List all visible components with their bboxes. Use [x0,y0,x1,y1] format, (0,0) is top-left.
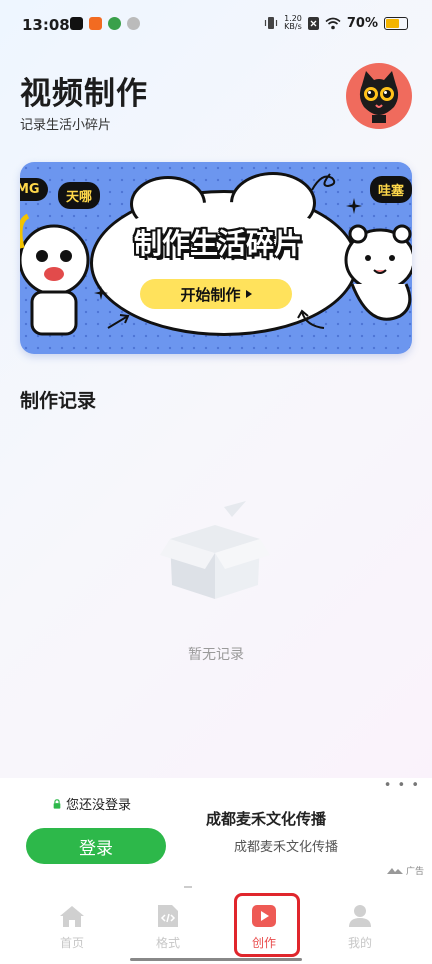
ad-title[interactable]: 成都麦禾文化传播 [206,808,326,829]
net-speed-unit: KB/s [284,22,302,31]
vibrate-icon [264,17,278,29]
tiktok-icon [70,17,83,30]
avatar[interactable] [346,63,412,129]
speech-bubble-edge: MG [20,178,48,201]
status-right: 1.20 KB/s 70% [264,15,408,31]
play-arrow-icon [245,290,252,298]
tab-home[interactable]: 首页 [42,904,102,951]
ad-menu-dots[interactable]: • • • [384,778,420,793]
tab-mine[interactable]: 我的 [330,904,390,951]
speech-bubble-left: 天哪 [58,182,101,209]
page-title: 视频制作 [20,76,148,112]
sparkle-icon [346,198,362,214]
ad-brand-icon [386,867,403,874]
login-hint-text: 您还没登录 [66,798,132,813]
user-icon [347,904,373,928]
tab-format[interactable]: 格式 [138,904,198,951]
highlight-box [234,893,300,957]
home-indicator [130,958,302,961]
battery-fill [386,18,399,28]
section-title: 制作记录 [20,390,97,412]
ad-label: 广告 [386,864,424,877]
wifi-icon [325,17,341,29]
create-banner[interactable]: 制作生活碎片 开始制作 天哪 MG 哇塞 [20,162,412,354]
map-app-icon [108,17,121,30]
ad-label-text: 广告 [405,867,424,877]
tab-home-label: 首页 [59,936,84,950]
cat-avatar-icon [359,71,399,123]
login-hint: 您还没登录 [52,794,131,813]
lock-icon [53,798,61,809]
tab-mine-label: 我的 [347,936,372,950]
empty-state-text: 暂无记录 [188,647,244,663]
battery-icon [384,16,408,30]
cartoon-bear-right [344,224,412,321]
arrow-doodle-icon [107,314,130,329]
battery-percent: 70% [346,15,378,31]
app-notification-icon [89,17,102,30]
tab-format-label: 格式 [155,936,180,950]
loop-doodle-icon [311,173,336,191]
cartoon-character-left [20,213,90,336]
wechat-icon [127,17,140,30]
bottom-tab-bar: 首页 格式 创作 我的 [0,884,432,964]
ad-subtitle[interactable]: 成都麦禾文化传播 [234,836,338,855]
speech-bubble-right: 哇塞 [370,176,412,203]
home-icon [59,904,85,928]
code-file-icon [155,904,181,928]
start-creating-label: 开始制作 [180,285,241,304]
status-time: 13:08 [22,16,70,34]
no-sim-icon [307,16,319,30]
ad-panel[interactable]: • • • 您还没登录 登录 成都麦禾文化传播 成都麦禾文化传播 广告 [0,778,432,884]
sparkle-icon [94,286,108,300]
start-creating-button[interactable]: 开始制作 [140,279,292,309]
banner-title: 制作生活碎片 [133,227,302,260]
net-speed: 1.20 KB/s [284,15,302,31]
tab-bar-handle [184,886,192,888]
login-button[interactable]: 登录 [26,828,166,864]
arrow-doodle-icon [297,309,325,329]
status-bar: 13:08 1.20 KB/s 70% [0,0,432,52]
empty-box-icon [160,501,270,599]
page-subtitle: 记录生活小碎片 [20,118,112,133]
